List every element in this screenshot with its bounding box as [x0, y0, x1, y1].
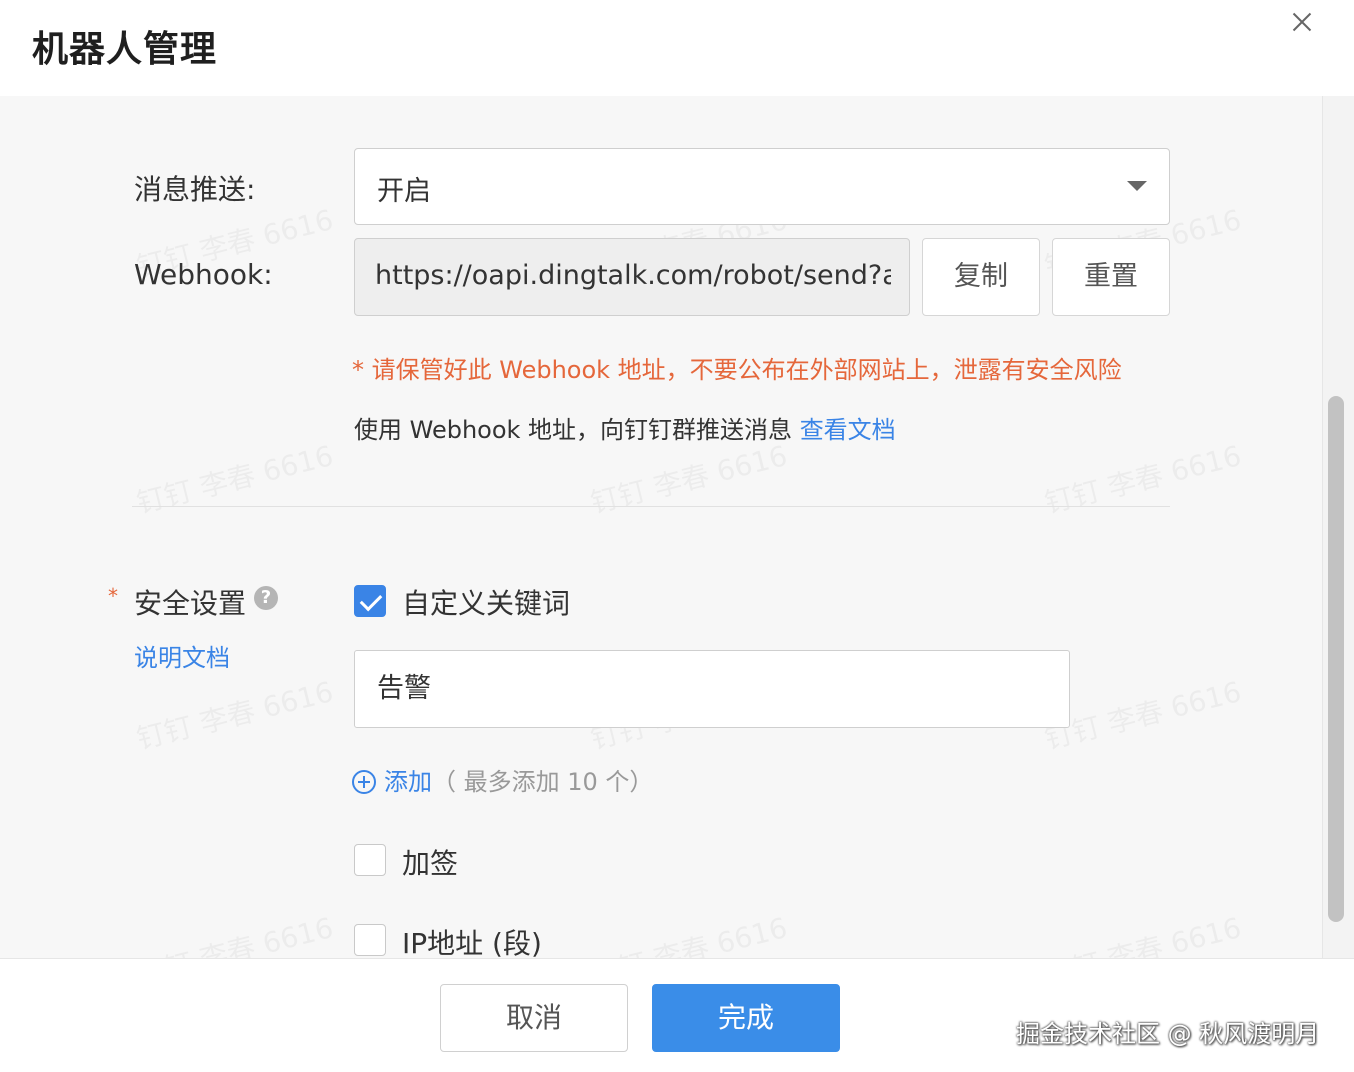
webhook-info: 使用 Webhook 地址，向钉钉群推送消息 查看文档: [354, 410, 896, 445]
webhook-warning: * 请保管好此 Webhook 地址，不要公布在外部网站上，泄露有安全风险: [352, 356, 1122, 384]
push-select[interactable]: 开启: [354, 148, 1170, 225]
add-keyword-row: 添加（ 最多添加 10 个）: [352, 762, 653, 797]
add-keyword-hint: （ 最多添加 10 个）: [432, 768, 654, 796]
scrollbar-thumb[interactable]: [1328, 396, 1344, 922]
dialog-header: 机器人管理: [0, 0, 1354, 96]
watermark: 钉钉 李春 6616: [1040, 906, 1245, 958]
security-doc-link[interactable]: 说明文档: [134, 638, 230, 673]
watermark: 钉钉 李春 6616: [132, 670, 337, 757]
security-label: 安全设置: [134, 587, 247, 620]
add-keyword-button[interactable]: 添加: [384, 768, 432, 796]
close-icon[interactable]: [1284, 4, 1320, 40]
ip-checkbox[interactable]: [354, 924, 386, 956]
help-icon[interactable]: ?: [254, 586, 278, 610]
plus-circle-icon[interactable]: [352, 770, 376, 794]
cancel-button[interactable]: 取消: [440, 984, 628, 1052]
dialog-body: 钉钉 李春 6616 钉钉 李春 6616 钉钉 李春 6616 钉钉 李春 6…: [0, 96, 1322, 958]
webhook-label: Webhook:: [134, 258, 273, 291]
keyword-checkbox[interactable]: [354, 585, 386, 617]
watermark: 钉钉 李春 6616: [1040, 434, 1245, 521]
dialog-title: 机器人管理: [32, 29, 218, 70]
watermark: 钉钉 李春 6616: [132, 906, 337, 958]
reset-button[interactable]: 重置: [1052, 238, 1170, 316]
copy-button[interactable]: 复制: [922, 238, 1040, 316]
view-docs-link[interactable]: 查看文档: [800, 416, 896, 444]
webhook-url-field[interactable]: https://oapi.dingtalk.com/robot/send?a: [354, 238, 910, 316]
watermark: 钉钉 李春 6616: [586, 434, 791, 521]
watermark: 钉钉 李春 6616: [1040, 670, 1245, 757]
credit-watermark: 掘金技术社区 @ 秋风渡明月: [1016, 1020, 1320, 1048]
section-divider: [132, 506, 1170, 507]
caret-down-icon: [1127, 181, 1147, 191]
webhook-info-text: 使用 Webhook 地址，向钉钉群推送消息: [354, 416, 800, 444]
required-mark: *: [108, 584, 118, 608]
keyword-input[interactable]: 告警: [354, 650, 1070, 728]
push-label: 消息推送:: [134, 173, 256, 206]
webhook-url-value: https://oapi.dingtalk.com/robot/send?a: [375, 260, 891, 291]
watermark: 钉钉 李春 6616: [586, 906, 791, 958]
ip-option-label: IP地址 (段): [402, 927, 542, 960]
push-select-value: 开启: [377, 176, 431, 207]
done-button[interactable]: 完成: [652, 984, 840, 1052]
sign-checkbox[interactable]: [354, 844, 386, 876]
keyword-option-label: 自定义关键词: [402, 587, 571, 620]
sign-option-label: 加签: [402, 847, 459, 880]
watermark: 钉钉 李春 6616: [132, 434, 337, 521]
